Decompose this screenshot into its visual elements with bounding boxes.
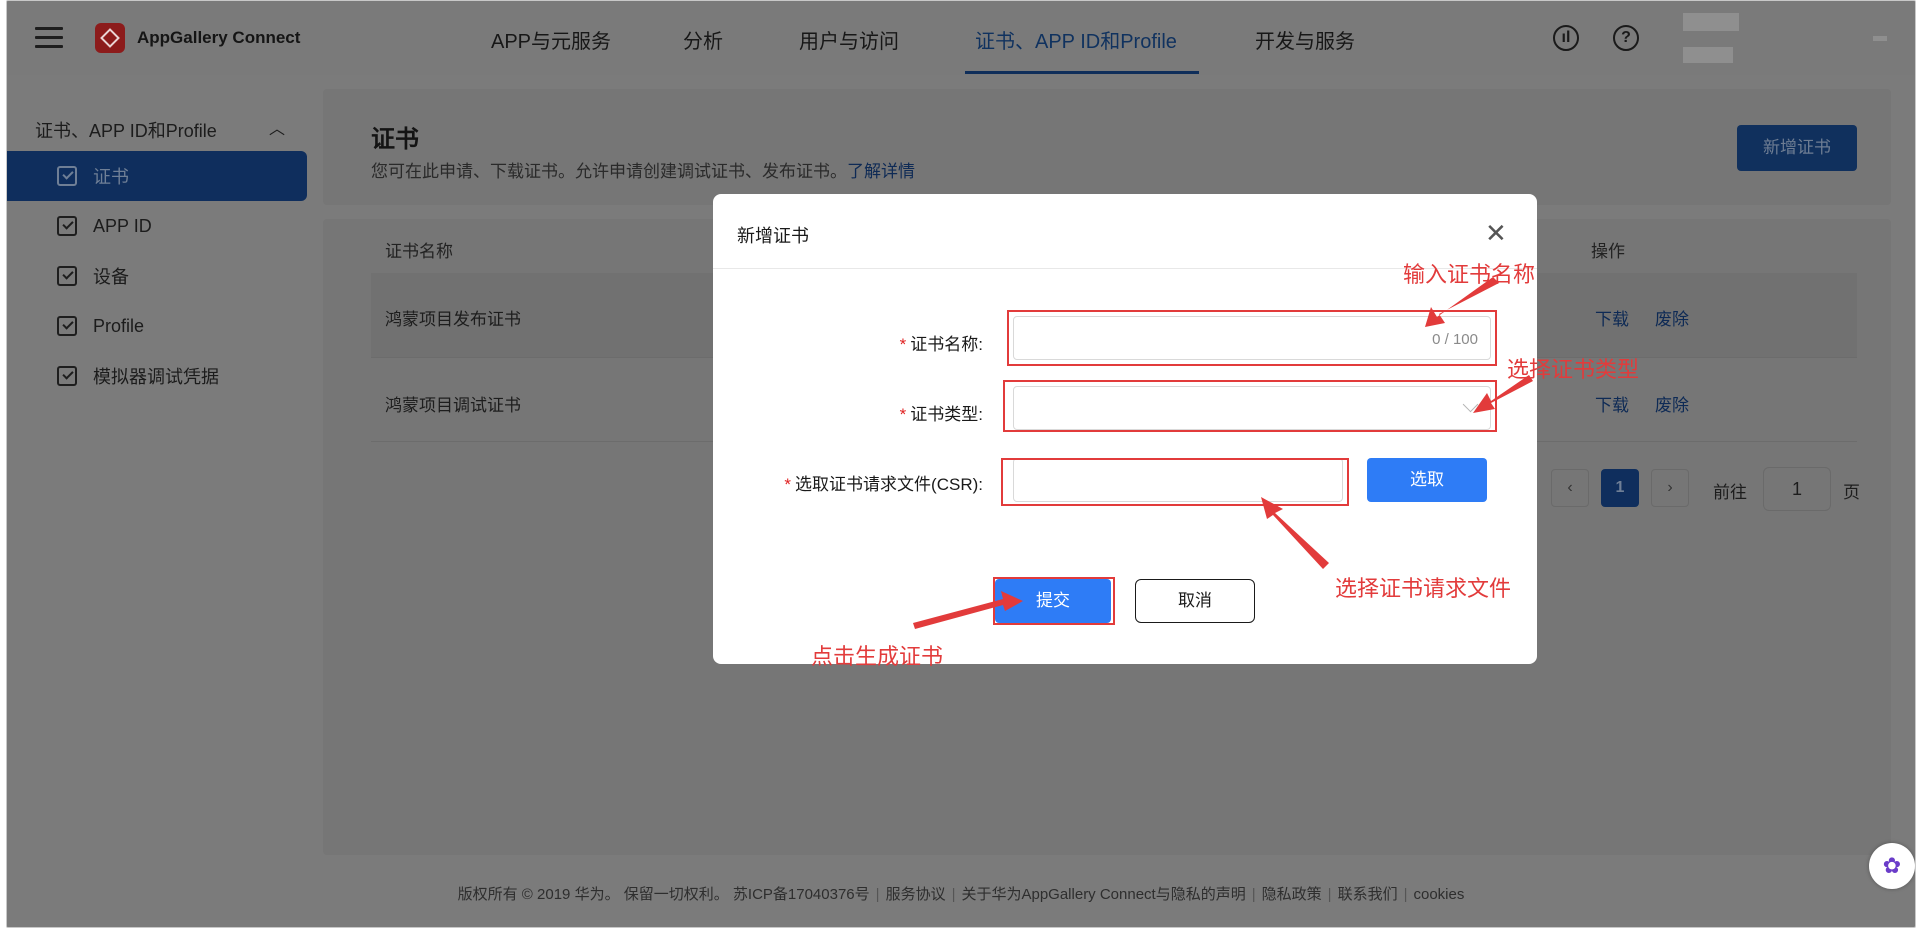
arrow-to-submit-button xyxy=(913,591,1023,629)
app-window: AppGallery Connect APP与元服务 分析 用户与访问 证书、A… xyxy=(6,0,1916,928)
arrow-to-csr-field xyxy=(1261,497,1329,569)
arrow-to-type-field xyxy=(1473,375,1533,413)
arrow-to-name-field xyxy=(1425,277,1499,327)
annotation-arrows xyxy=(913,277,1533,629)
